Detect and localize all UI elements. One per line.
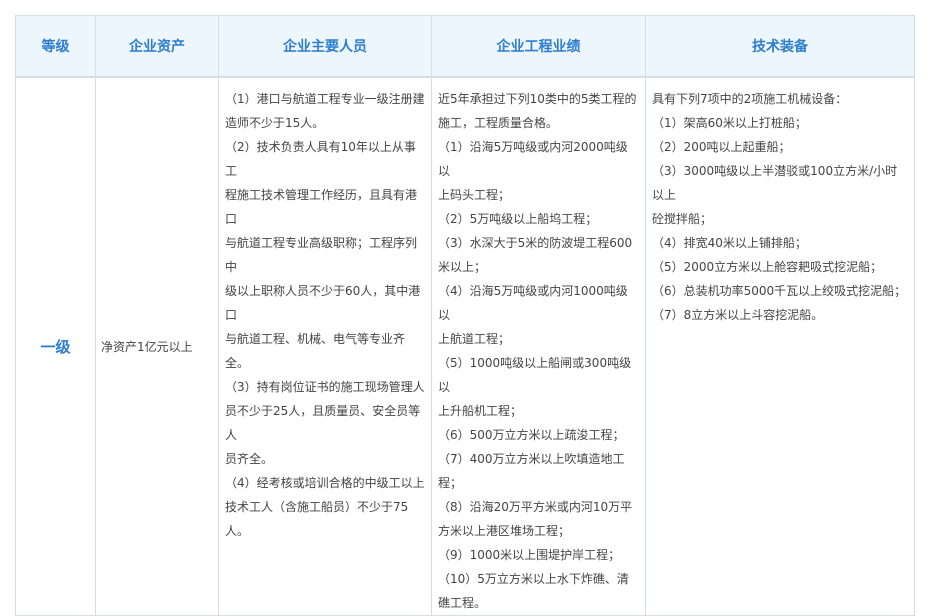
cell-line: （7）400万立方米以上吹填造地工 bbox=[438, 452, 625, 466]
table-row: 一级 净资产1亿元以上 （1）港口与航道工程专业一级注册建 造师不少于15人。 （2… bbox=[15, 76, 915, 616]
qualification-table: 等级 企业资产 企业主要人员 企业工程业绩 技术装备 一级 净资产1亿元以上 （… bbox=[15, 15, 915, 616]
cell-line: （3）持有岗位证书的施工现场管理人 bbox=[225, 380, 425, 394]
cell-line: （4）排宽40米以上铺排船； bbox=[652, 236, 807, 250]
assets-cell: 净资产1亿元以上 bbox=[95, 76, 219, 616]
header-performance: 企业工程业绩 bbox=[431, 15, 646, 78]
table-body: 一级 净资产1亿元以上 （1）港口与航道工程专业一级注册建 造师不少于15人。 （2… bbox=[15, 76, 915, 616]
cell-line: 上升船机工程； bbox=[438, 404, 523, 418]
cell-line: （2）5万吨级以上船坞工程； bbox=[438, 212, 598, 226]
cell-line: 方米以上港区堆场工程； bbox=[438, 524, 571, 538]
table-header: 等级 企业资产 企业主要人员 企业工程业绩 技术装备 bbox=[15, 15, 915, 78]
qualification-table-container: 等级 企业资产 企业主要人员 企业工程业绩 技术装备 一级 净资产1亿元以上 （… bbox=[15, 15, 915, 616]
header-personnel: 企业主要人员 bbox=[218, 15, 432, 78]
header-row: 等级 企业资产 企业主要人员 企业工程业绩 技术装备 bbox=[15, 15, 915, 78]
cell-line: （6）500万立方米以上疏浚工程； bbox=[438, 428, 625, 442]
performance-cell: 近5年承担过下列10类中的5类工程的 施工，工程质量合格。 （1）沿海5万吨级或内河… bbox=[431, 76, 646, 616]
cell-line: 近5年承担过下列10类中的5类工程的 bbox=[438, 92, 637, 106]
cell-line: 上航道工程； bbox=[438, 332, 511, 346]
cell-line: （9）1000米以上围堤护岸工程； bbox=[438, 548, 621, 562]
cell-line: （1）沿海5万吨级或内河2000吨级以 bbox=[438, 140, 628, 178]
cell-line: （1）架高60米以上打桩船； bbox=[652, 116, 807, 130]
cell-line: （5）2000立方米以上舱容耙吸式挖泥船； bbox=[652, 260, 883, 274]
cell-line: （2）200吨以上起重船； bbox=[652, 140, 791, 154]
cell-line: 程； bbox=[438, 476, 463, 490]
cell-line: （4）经考核或培训合格的中级工以上 bbox=[225, 476, 425, 490]
cell-line: 施工，工程质量合格。 bbox=[438, 116, 559, 130]
cell-line: （3）水深大于5米的防波堤工程600 bbox=[438, 236, 633, 250]
cell-line: 上码头工程； bbox=[438, 188, 511, 202]
cell-line: （5）1000吨级以上船闸或300吨级以 bbox=[438, 356, 632, 394]
cell-line: 米以上； bbox=[438, 260, 487, 274]
cell-line: （1）港口与航道工程专业一级注册建 bbox=[225, 92, 425, 106]
cell-line: 员齐全。 bbox=[225, 452, 274, 466]
header-grade: 等级 bbox=[15, 15, 96, 78]
cell-line: 技术工人（含施工船员）不少于75人。 bbox=[225, 500, 409, 538]
cell-line: 员不少于25人，且质量员、安全员等人 bbox=[225, 404, 421, 442]
cell-line: 级以上职称人员不少于60人，其中港口 bbox=[225, 284, 421, 322]
cell-line: （4）沿海5万吨级或内河1000吨级以 bbox=[438, 284, 628, 322]
cell-line: 造师不少于15人。 bbox=[225, 116, 325, 130]
cell-line: 与航道工程、机械、电气等专业齐全。 bbox=[225, 332, 406, 370]
cell-line: 程施工技术管理工作经历，且具有港口 bbox=[225, 188, 418, 226]
cell-line: （8）沿海20万平方米或内河10万平 bbox=[438, 500, 633, 514]
cell-line: （6）总装机功率5000千瓦以上绞吸式挖泥船； bbox=[652, 284, 907, 298]
cell-line: 砼搅拌船； bbox=[652, 212, 713, 226]
cell-line: （2）技术负责人具有10年以上从事工 bbox=[225, 140, 416, 178]
cell-line: 礁工程。 bbox=[438, 596, 487, 610]
cell-line: （7）8立方米以上斗容挖泥船。 bbox=[652, 308, 824, 322]
equipment-cell: 具有下列7项中的2项施工机械设备： （1）架高60米以上打桩船； （2）200吨以上… bbox=[645, 76, 915, 616]
cell-line: 具有下列7项中的2项施工机械设备： bbox=[652, 92, 848, 106]
cell-line: （3）3000吨级以上半潜驳或100立方米/小时以上 bbox=[652, 164, 898, 202]
header-assets: 企业资产 bbox=[95, 15, 219, 78]
cell-line: 与航道工程专业高级职称；工程序列中 bbox=[225, 236, 418, 274]
personnel-cell: （1）港口与航道工程专业一级注册建 造师不少于15人。 （2）技术负责人具有10年以… bbox=[218, 76, 432, 616]
grade-cell: 一级 bbox=[15, 76, 96, 616]
cell-line: （10）5万立方米以上水下炸礁、清 bbox=[438, 572, 629, 586]
header-equipment: 技术装备 bbox=[645, 15, 915, 78]
